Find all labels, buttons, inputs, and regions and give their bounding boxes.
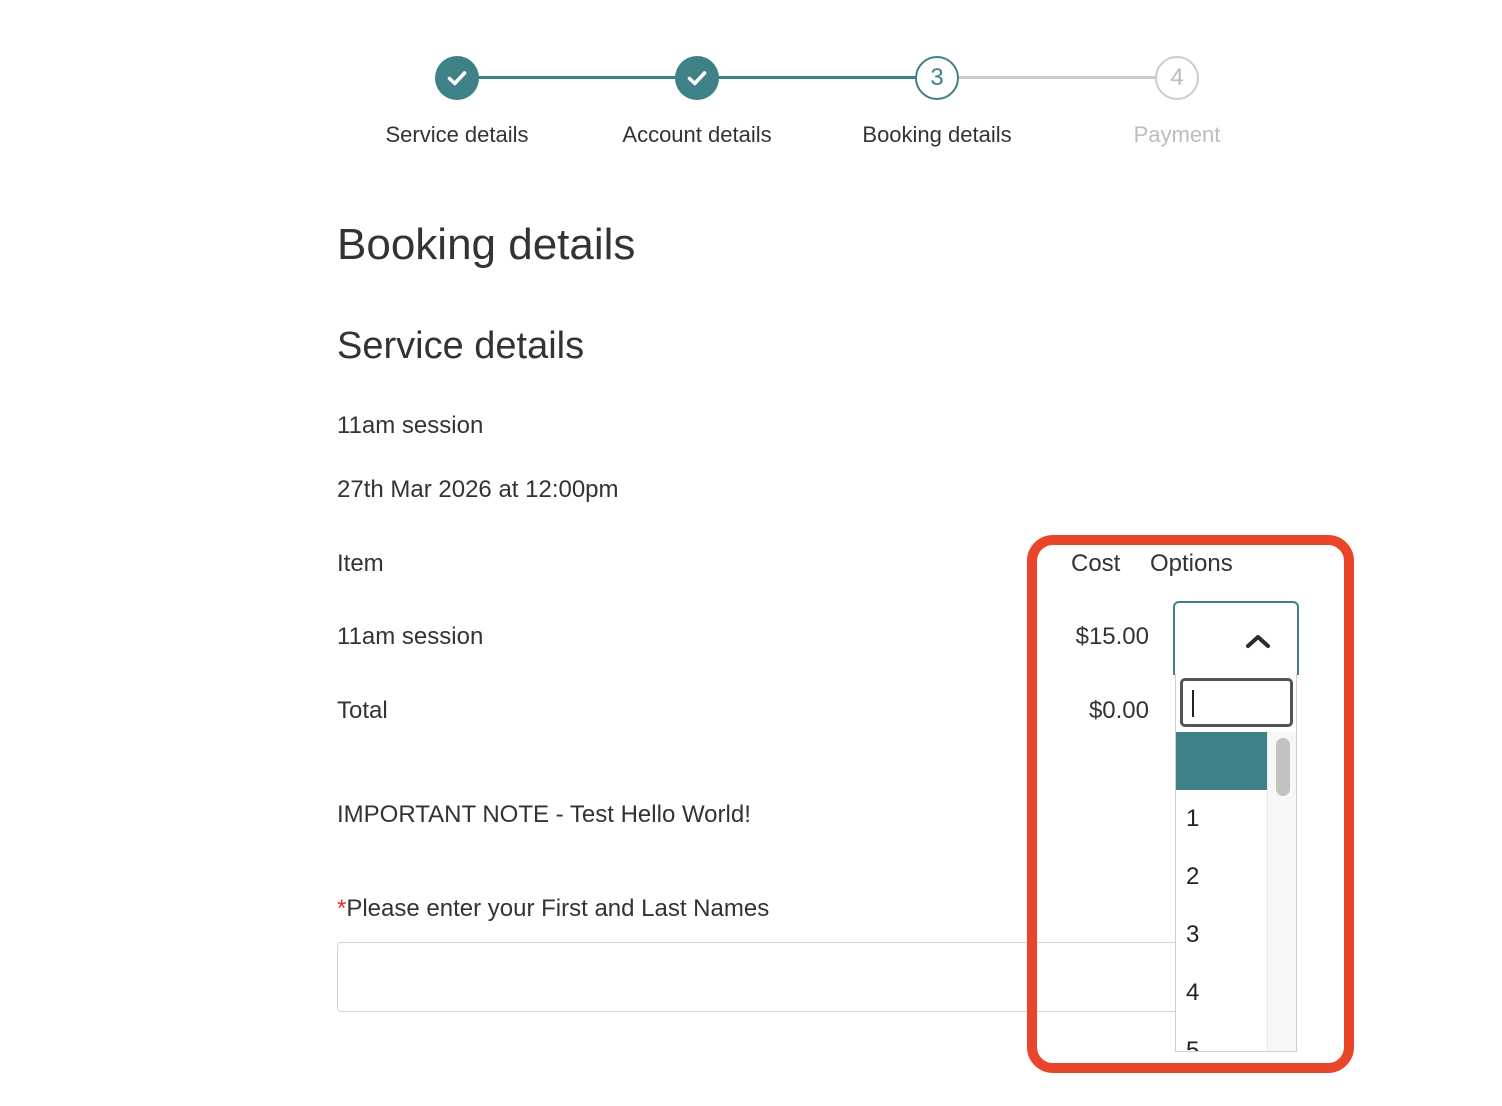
step-account-details[interactable]: Account details <box>597 56 797 148</box>
step-label: Payment <box>1133 122 1221 147</box>
step-number: 4 <box>1155 56 1199 100</box>
column-header-item: Item <box>337 550 384 577</box>
step-payment: 4 Payment <box>1077 56 1277 148</box>
progress-stepper: Service details Account details 3 Bookin… <box>0 0 1502 170</box>
highlight-annotation <box>1027 535 1354 1073</box>
session-name: 11am session <box>337 412 484 439</box>
step-label: Account details <box>622 122 772 147</box>
section-title: Service details <box>337 325 585 367</box>
step-label: Booking details <box>862 122 1012 147</box>
step-complete-check-icon <box>675 56 719 100</box>
step-label: Service details <box>385 122 529 147</box>
step-service-details[interactable]: Service details <box>357 56 557 148</box>
step-number: 3 <box>915 56 959 100</box>
step-complete-check-icon <box>435 56 479 100</box>
required-marker: * <box>337 895 347 922</box>
important-note: IMPORTANT NOTE - Test Hello World! <box>337 801 751 828</box>
total-label: Total <box>337 697 388 724</box>
session-datetime: 27th Mar 2026 at 12:00pm <box>337 476 619 503</box>
name-field-label: *Please enter your First and Last Names <box>337 895 769 923</box>
name-field-label-text: Please enter your First and Last Names <box>346 895 770 922</box>
step-booking-details: 3 Booking details <box>837 56 1037 148</box>
page-title: Booking details <box>337 220 636 269</box>
item-name: 11am session <box>337 623 484 650</box>
